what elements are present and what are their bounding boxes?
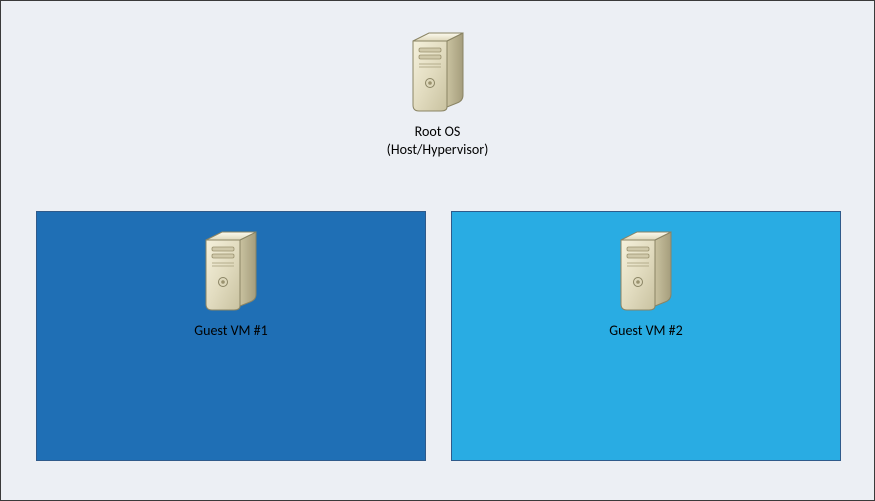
server-tower-icon <box>202 230 260 316</box>
diagram-canvas: Root OS (Host/Hypervisor) Guest VM #1 <box>0 0 875 501</box>
root-os-block: Root OS (Host/Hypervisor) <box>1 31 874 158</box>
guest-vm-block-2: Guest VM #2 <box>452 230 840 339</box>
guest-vm-block-1: Guest VM #1 <box>37 230 425 339</box>
guest-vm-panel-1: Guest VM #1 <box>36 211 426 461</box>
root-os-label: Root OS (Host/Hypervisor) <box>1 123 874 158</box>
server-tower-icon <box>617 230 675 316</box>
root-os-label-line1: Root OS <box>1 123 874 141</box>
guest-vm-label-1: Guest VM #1 <box>37 322 425 339</box>
guest-vm-label-2: Guest VM #2 <box>452 322 840 339</box>
root-os-label-line2: (Host/Hypervisor) <box>1 141 874 159</box>
guest-vm-panel-2: Guest VM #2 <box>451 211 841 461</box>
server-tower-icon <box>409 31 467 117</box>
